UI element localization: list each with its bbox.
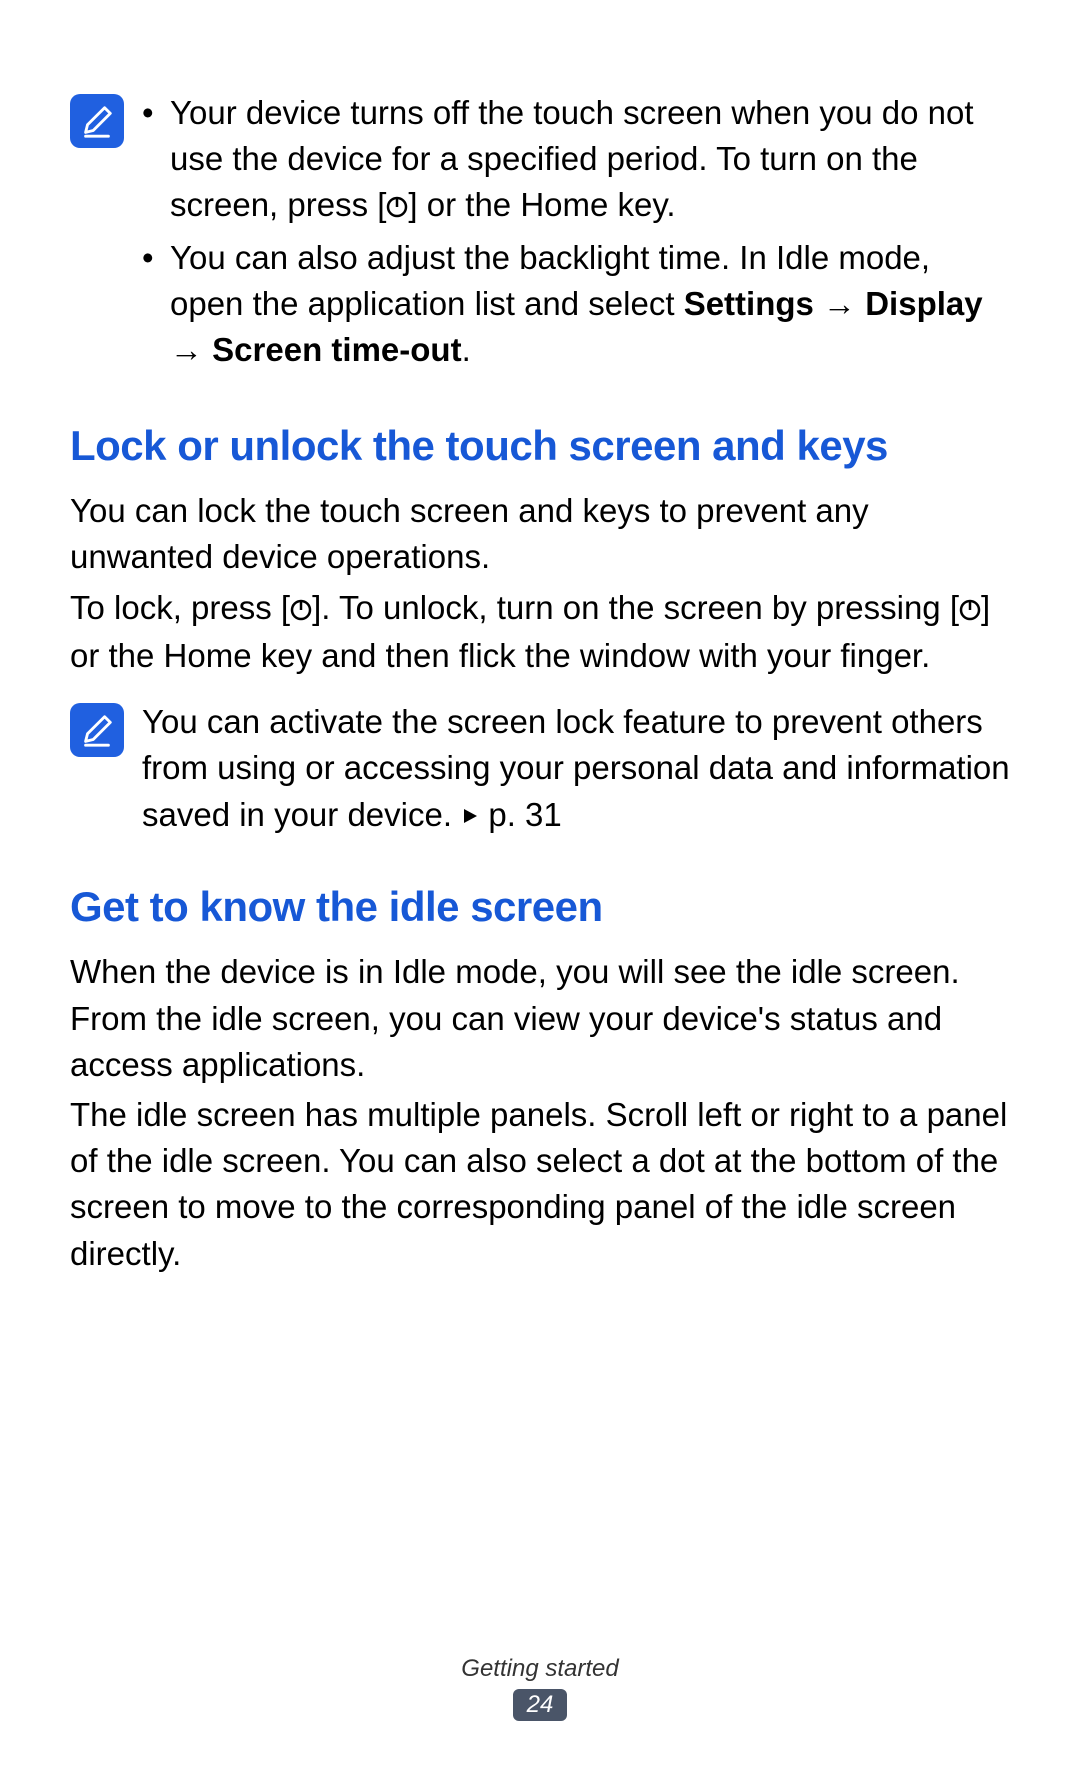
note-block: You can activate the screen lock feature… <box>70 699 1010 839</box>
power-icon <box>959 587 981 633</box>
note-content: • Your device turns off the touch screen… <box>142 90 1010 377</box>
bullet-item: • Your device turns off the touch screen… <box>142 90 1010 231</box>
footer-section-label: Getting started <box>0 1655 1080 1683</box>
body-paragraph: You can lock the touch screen and keys t… <box>70 488 1010 580</box>
body-paragraph: To lock, press []. To unlock, turn on th… <box>70 585 1010 679</box>
note-content: You can activate the screen lock feature… <box>142 699 1010 839</box>
triangle-right-icon <box>461 791 479 837</box>
power-icon <box>290 587 312 633</box>
bullet-text: Your device turns off the touch screen w… <box>170 90 1010 231</box>
section-heading: Lock or unlock the touch screen and keys <box>70 422 1010 470</box>
bullet-marker: • <box>142 235 170 374</box>
note-block: • Your device turns off the touch screen… <box>70 90 1010 377</box>
bullet-text: You can also adjust the backlight time. … <box>170 235 1010 374</box>
body-paragraph: The idle screen has multiple panels. Scr… <box>70 1092 1010 1277</box>
pencil-note-icon <box>70 94 124 148</box>
bullet-item: • You can also adjust the backlight time… <box>142 235 1010 374</box>
section-heading: Get to know the idle screen <box>70 883 1010 931</box>
page-number-badge: 24 <box>513 1689 568 1721</box>
power-icon <box>386 184 408 230</box>
body-paragraph: When the device is in Idle mode, you wil… <box>70 949 1010 1088</box>
bullet-marker: • <box>142 90 170 231</box>
page-footer: Getting started 24 <box>0 1655 1080 1721</box>
pencil-note-icon <box>70 703 124 757</box>
